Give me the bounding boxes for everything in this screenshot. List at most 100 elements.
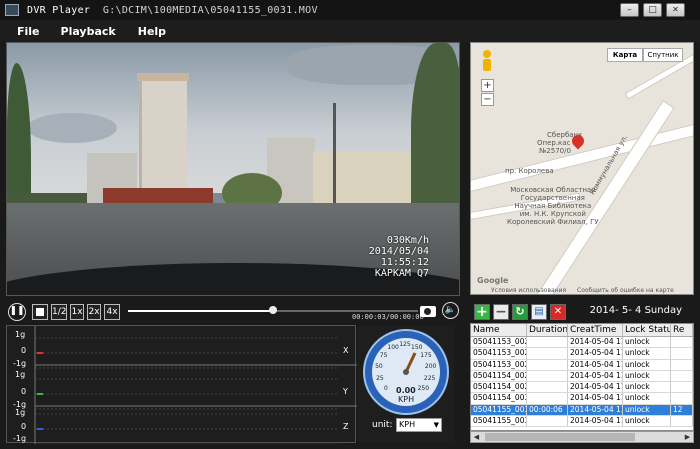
gsensor-axis-z: Z (343, 422, 349, 431)
map-panel[interactable]: Карта Спутник + − Сбербанк Опер.кас №257… (470, 42, 694, 295)
add-file-button[interactable]: + (474, 304, 490, 320)
table-row[interactable]: 05041153_0026 2014-05-04 11:5unlock (471, 348, 693, 360)
unit-select-value: KPH (399, 420, 416, 429)
gsensor-graph: 1g 0 -1g 1g 0 -1g 1g 0 -1g X Y Z (6, 325, 357, 444)
table-body: 05041153_00252014-05-04 11:5unlock050411… (471, 337, 693, 428)
time-readout: 00:00:03/00:00:06 (352, 313, 424, 321)
scroll-left-icon[interactable]: ◀ (471, 432, 482, 442)
gauge-tick-label: 25 (376, 375, 384, 383)
table-row[interactable]: 05041155_003100:00:062014-05-04 11:5unlo… (471, 404, 693, 417)
cell-res: 12 (671, 404, 693, 416)
column-header-creattime[interactable]: CreatTime (568, 324, 623, 336)
column-header-duration[interactable]: Duration (527, 324, 568, 336)
timeline-progress (128, 310, 273, 312)
map-type-map[interactable]: Карта (607, 48, 643, 62)
snapshot-camera-icon[interactable] (420, 303, 438, 318)
table-row[interactable]: 05041154_0028 2014-05-04 11:5unlock (471, 370, 693, 383)
delete-button[interactable]: ✕ (550, 304, 566, 320)
maximize-button[interactable]: □ (643, 3, 662, 17)
timeline-handle[interactable] (269, 306, 277, 314)
gsensor-axis-x: X (343, 346, 349, 355)
speed-gauge: 0 25 50 75 100 125 150 175 200 225 250 0.00 KPH un… (358, 325, 454, 443)
cell-creattime: 2014-05-04 11:5 (568, 348, 623, 359)
osd-time: 11:55:12 (380, 257, 429, 268)
column-header-name[interactable]: Name (471, 324, 527, 336)
cell-res (671, 348, 693, 359)
gauge-tick-label: 225 (423, 375, 436, 383)
tower-roof (137, 73, 189, 81)
cell-lock: unlock (623, 393, 671, 404)
scroll-thumb[interactable] (485, 433, 635, 441)
map-zoom-out[interactable]: − (481, 93, 494, 106)
table-row[interactable]: 05041155_0032 2014-05-04 11:5unlock (471, 416, 693, 428)
gauge-value: 0.00 (396, 386, 416, 395)
cell-lock: unlock (623, 337, 671, 348)
speed-1x-button[interactable]: 1x (70, 304, 84, 320)
horizontal-scrollbar[interactable]: ◀ ▶ (470, 431, 694, 443)
map-zoom-in[interactable]: + (481, 79, 494, 92)
gsensor-tick: -1g (13, 434, 27, 443)
column-header-lock[interactable]: Lock Status (623, 324, 671, 336)
column-header-res[interactable]: Re (671, 324, 693, 336)
pause-button[interactable]: ❚❚ (8, 303, 26, 321)
table-row[interactable]: 05041153_0025 2014-05-04 11:5unlock (471, 337, 693, 349)
gsensor-tick: -1g (13, 359, 27, 368)
pegman-icon[interactable] (482, 50, 492, 72)
cell-name: 05041155_0032 (471, 416, 527, 427)
menu-file[interactable]: File (17, 25, 40, 38)
save-list-button[interactable]: ▤ (531, 304, 547, 320)
osd-date: 2014/05/04 (368, 246, 429, 257)
cell-res (671, 382, 693, 393)
table-row[interactable]: 05041154_0029 2014-05-04 11:5unlock (471, 382, 693, 394)
gauge-tick-label: 175 (420, 351, 432, 359)
gsensor-axis-y: Y (343, 387, 348, 396)
table-row[interactable]: 05041153_0027 2014-05-04 11:5unlock (471, 359, 693, 371)
video-frame[interactable]: 030Km/h 2014/05/04 11:55:12 КАРКАМ Q7 (6, 42, 460, 296)
gauge-unit-name: KPH (398, 395, 415, 404)
speed-4x-button[interactable]: 4x (104, 304, 120, 320)
playback-controls: ❚❚ 1/2 1x 2x 4x 00:00:03/00:00:06 🔈 (6, 300, 460, 324)
cell-name: 05041155_0031 (471, 404, 527, 416)
cell-duration (527, 359, 568, 370)
table-header: Name Duration CreatTime Lock Status Re (471, 324, 693, 337)
cell-res (671, 337, 693, 348)
close-button[interactable]: ✕ (666, 3, 685, 17)
remove-file-button[interactable]: − (493, 304, 509, 320)
file-path: G:\DCIM\100MEDIA\05041155_0031.MOV (102, 4, 318, 16)
volume-icon[interactable]: 🔈 (442, 302, 459, 319)
gauge-tick-label: 200 (424, 362, 437, 370)
menu-playback[interactable]: Playback (61, 25, 116, 38)
cell-name: 05041153_0025 (471, 337, 527, 348)
stop-button[interactable] (32, 304, 48, 320)
menu-help[interactable]: Help (138, 25, 166, 38)
menu-bar: File Playback Help (0, 20, 700, 42)
cell-creattime: 2014-05-04 11:5 (568, 359, 623, 370)
cell-name: 05041154_0029 (471, 382, 527, 393)
app-icon (5, 4, 19, 16)
cell-creattime: 2014-05-04 11:5 (568, 404, 623, 416)
timeline-slider[interactable] (128, 306, 418, 314)
title-bar: DVR Player G:\DCIM\100MEDIA\05041155_003… (0, 0, 700, 20)
unit-label: unit: (372, 420, 393, 430)
speed-half-button[interactable]: 1/2 (51, 304, 67, 320)
gauge-tick-label: 125 (399, 341, 411, 348)
cell-lock: unlock (623, 348, 671, 359)
gsensor-tick: 1g (15, 408, 26, 417)
table-row[interactable]: 05041154_0030 2014-05-04 11:5unlock (471, 393, 693, 405)
tree (411, 43, 459, 218)
cell-duration (527, 416, 568, 427)
file-table: Name Duration CreatTime Lock Status Re 0… (470, 323, 694, 431)
cell-res (671, 359, 693, 370)
unit-select[interactable]: KPH ▼ (396, 418, 442, 432)
cell-creattime: 2014-05-04 11:5 (568, 337, 623, 348)
cloud (27, 113, 117, 143)
map-terms[interactable]: Условия использования (491, 287, 566, 294)
refresh-button[interactable]: ↻ (512, 304, 528, 320)
map-type-satellite[interactable]: Спутник (643, 48, 683, 62)
scroll-right-icon[interactable]: ▶ (682, 432, 693, 442)
minimize-button[interactable]: – (620, 3, 639, 17)
speed-2x-button[interactable]: 2x (87, 304, 101, 320)
elapsed-time: 00:00:03 (352, 313, 386, 321)
gsensor-tick: 0 (21, 346, 27, 355)
map-report[interactable]: Сообщить об ошибке на карте (577, 287, 674, 294)
